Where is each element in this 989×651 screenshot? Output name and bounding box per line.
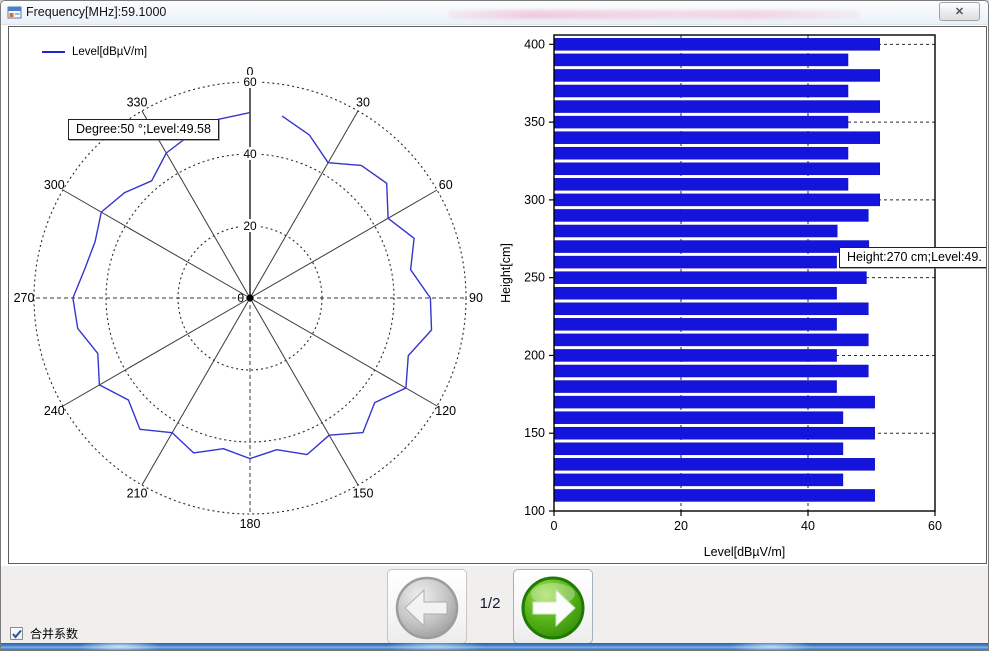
svg-text:Level[dBµV/m]: Level[dBµV/m] (704, 545, 786, 559)
check-icon (11, 628, 23, 640)
svg-text:240: 240 (44, 404, 65, 418)
prev-arrow-icon (393, 574, 461, 642)
next-page-button[interactable] (513, 569, 593, 644)
next-arrow-icon (519, 574, 587, 642)
frequency-dialog-window: Frequency[MHz]:59.1000 ✕ Level[dBµV/m] 0… (0, 0, 989, 651)
svg-text:150: 150 (524, 426, 545, 440)
svg-text:0: 0 (551, 519, 558, 533)
prev-page-button[interactable] (387, 569, 467, 644)
svg-text:0: 0 (237, 291, 244, 305)
svg-text:60: 60 (928, 519, 942, 533)
merge-coefficient-checkbox[interactable] (10, 627, 23, 640)
taskbar-edge (1, 643, 988, 650)
svg-text:250: 250 (524, 271, 545, 285)
svg-text:330: 330 (127, 95, 148, 109)
bar-tooltip: Height:270 cm;Level:49. (839, 247, 987, 268)
checkbox-label: 合并系数 (30, 625, 78, 642)
svg-text:20: 20 (243, 219, 257, 233)
svg-text:30: 30 (356, 95, 370, 109)
svg-text:60: 60 (243, 75, 257, 89)
bar-chart[interactable]: 100 150 200 250 300 350 400 0 20 40 60 Level[dBµV/m… (479, 27, 987, 564)
svg-text:270: 270 (14, 291, 35, 305)
svg-text:60: 60 (439, 178, 453, 192)
svg-text:120: 120 (435, 404, 456, 418)
bottom-bar: 1/2 合并系数 (1, 566, 989, 646)
svg-text:210: 210 (127, 487, 148, 501)
svg-text:400: 400 (524, 37, 545, 51)
background-window-artifact (448, 10, 860, 19)
svg-text:180: 180 (240, 517, 261, 531)
app-icon (7, 5, 22, 20)
svg-text:20: 20 (674, 519, 688, 533)
svg-text:200: 200 (524, 348, 545, 362)
svg-text:100: 100 (524, 504, 545, 518)
svg-text:40: 40 (243, 147, 257, 161)
page-indicator: 1/2 (469, 595, 511, 612)
merge-coefficient-option[interactable]: 合并系数 (10, 625, 78, 642)
close-icon: ✕ (955, 6, 964, 18)
svg-text:Height[cm]: Height[cm] (499, 243, 513, 303)
polar-tooltip: Degree:50 °;Level:49.58 (68, 119, 219, 140)
svg-text:300: 300 (44, 178, 65, 192)
svg-text:40: 40 (801, 519, 815, 533)
window-title: Frequency[MHz]:59.1000 (26, 5, 166, 19)
svg-text:300: 300 (524, 193, 545, 207)
svg-text:150: 150 (353, 487, 374, 501)
close-button[interactable]: ✕ (939, 2, 980, 21)
svg-text:350: 350 (524, 115, 545, 129)
polar-chart[interactable]: 03060901201501802102402703003302040600 (9, 27, 489, 564)
charts-panel: Level[dBµV/m] 03060901201501802102402703… (8, 26, 987, 564)
